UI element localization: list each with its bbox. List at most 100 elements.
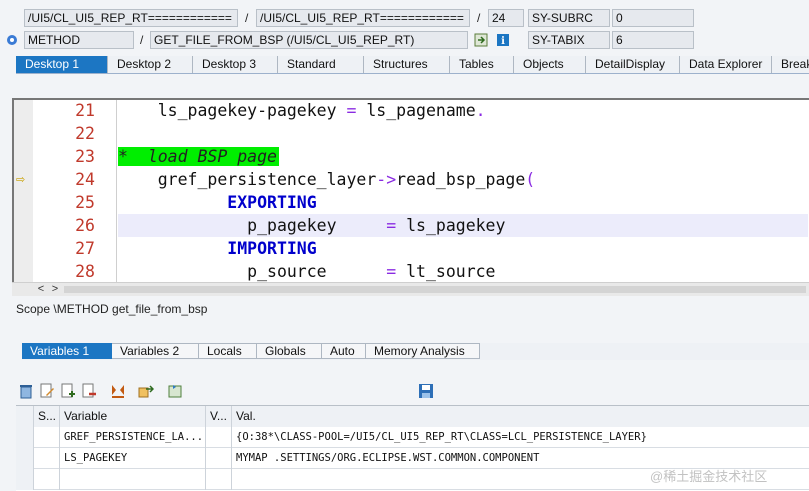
save-icon[interactable]	[418, 383, 434, 399]
svg-text:i: i	[501, 36, 505, 47]
scope-label: Scope \METHOD get_file_from_bsp	[16, 302, 208, 316]
code-text[interactable]: EXPORTING	[118, 191, 317, 214]
line-number: 28	[75, 262, 95, 281]
tab-break[interactable]: Break	[772, 56, 809, 73]
line-number: 21	[75, 101, 95, 120]
info-row-event: METHOD / GET_FILE_FROM_BSP (/UI5/CL_UI5_…	[0, 29, 809, 51]
program-field[interactable]: /UI5/CL_UI5_REP_RT============	[24, 9, 238, 27]
tab-locals[interactable]: Locals	[199, 343, 257, 359]
code-text[interactable]: ls_pagekey-pagekey = ls_pagename.	[118, 100, 486, 122]
operator-token: =	[386, 216, 397, 235]
code-line[interactable]: 26 p_pagekey = ls_pagekey	[14, 214, 809, 237]
code-line[interactable]: 27 IMPORTING	[14, 237, 809, 260]
row-selector[interactable]	[16, 427, 34, 448]
row-selector[interactable]	[16, 448, 34, 469]
tab-desktop-2[interactable]: Desktop 2	[108, 56, 193, 73]
tab-detaildisplay[interactable]: DetailDisplay	[586, 56, 680, 73]
line-number: 23	[75, 147, 95, 166]
code-token: ls_pagekey	[396, 216, 506, 235]
separator: /	[245, 11, 249, 25]
status-cell	[34, 427, 60, 448]
keyword-token: EXPORTING	[118, 193, 317, 212]
column-header-rowselector	[16, 406, 34, 427]
export-icon[interactable]	[138, 383, 154, 399]
breakpoint-icon[interactable]	[110, 383, 126, 399]
code-text[interactable]: gref_persistence_layer->read_bsp_page(	[118, 168, 536, 191]
tab-desktop-1[interactable]: Desktop 1	[16, 56, 108, 73]
operator-token: ->	[376, 170, 397, 189]
column-header-v[interactable]: V...	[206, 406, 232, 427]
tab-globals[interactable]: Globals	[257, 343, 322, 359]
scroll-right-icon[interactable]: >	[48, 283, 62, 296]
row-selector[interactable]	[16, 469, 34, 490]
v-cell	[206, 427, 232, 448]
tab-auto[interactable]: Auto	[322, 343, 366, 359]
code-token: p_source	[118, 262, 387, 281]
tab-tables[interactable]: Tables	[450, 56, 514, 73]
code-line[interactable]: 25 EXPORTING	[14, 191, 809, 214]
status-cell	[34, 448, 60, 469]
scroll-left-icon[interactable]: <	[34, 283, 48, 296]
tab-variables-2[interactable]: Variables 2	[112, 343, 199, 359]
refresh-icon[interactable]	[168, 383, 184, 399]
code-editor[interactable]: ⇨ 21 ls_pagekey-pagekey = ls_pagename. 22…	[12, 98, 809, 284]
info-icon[interactable]: i	[496, 33, 510, 47]
code-line[interactable]: 21 ls_pagekey-pagekey = ls_pagename.	[14, 100, 809, 122]
column-header-s[interactable]: S...	[34, 406, 60, 427]
sysfield-name-1[interactable]: SY-SUBRC	[528, 9, 610, 27]
tab-memory-analysis[interactable]: Memory Analysis	[366, 343, 480, 359]
code-token: lt_source	[396, 262, 496, 281]
line-field[interactable]: 24	[488, 9, 524, 27]
tab-desktop-3[interactable]: Desktop 3	[193, 56, 278, 73]
desktop-tabbar: Desktop 1 Desktop 2 Desktop 3 Standard Struc…	[16, 56, 809, 74]
tab-objects[interactable]: Objects	[514, 56, 586, 73]
sysfield-value-2[interactable]: 6	[612, 31, 694, 49]
value-cell[interactable]: {O:38*\CLASS-POOL=/UI5/CL_UI5_REP_RT\CLA…	[232, 427, 809, 448]
insert-icon[interactable]	[60, 383, 76, 399]
edit-icon[interactable]	[39, 383, 55, 399]
delete-row-icon[interactable]	[81, 383, 97, 399]
variable-name-cell[interactable]	[60, 469, 206, 490]
include-field[interactable]: /UI5/CL_UI5_REP_RT============	[256, 9, 470, 27]
status-cell	[34, 469, 60, 490]
separator: /	[477, 11, 481, 25]
event-field[interactable]: GET_FILE_FROM_BSP (/UI5/CL_UI5_REP_RT)	[150, 31, 468, 49]
variable-name-cell[interactable]: GREF_PERSISTENCE_LA...	[60, 427, 206, 448]
operator-token: =	[386, 262, 397, 281]
code-line[interactable]: 24 gref_persistence_layer->read_bsp_page…	[14, 168, 809, 191]
editor-horizontal-scrollbar[interactable]: < >	[12, 282, 809, 296]
sysfield-value-1[interactable]: 0	[612, 9, 694, 27]
line-number: 25	[75, 193, 95, 212]
operator-token: .	[475, 101, 486, 120]
table-row[interactable]: GREF_PERSISTENCE_LA... {O:38*\CLASS-POOL…	[16, 427, 809, 448]
variables-tabbar: Variables 1 Variables 2 Locals Globals Auto M…	[22, 343, 809, 360]
code-token: p_pagekey	[118, 216, 387, 235]
code-token: read_bsp_page	[396, 170, 526, 189]
code-token: ls_pagename	[356, 101, 476, 120]
separator: /	[140, 33, 144, 47]
code-line[interactable]: 22	[14, 122, 809, 145]
tab-variables-1[interactable]: Variables 1	[22, 343, 112, 359]
code-line[interactable]: 23 * load BSP page	[14, 145, 809, 168]
code-line[interactable]: 28 p_source = lt_source	[14, 260, 809, 283]
event-icon	[7, 35, 17, 45]
code-text[interactable]: p_pagekey = ls_pagekey	[118, 214, 505, 237]
sysfield-name-2[interactable]: SY-TABIX	[528, 31, 610, 49]
tab-structures[interactable]: Structures	[364, 56, 450, 73]
code-text[interactable]: IMPORTING	[118, 237, 316, 260]
tab-standard[interactable]: Standard	[278, 56, 364, 73]
variable-name-cell[interactable]: LS_PAGEKEY	[60, 448, 206, 469]
v-cell	[206, 469, 232, 490]
scroll-thumb[interactable]	[64, 286, 806, 293]
enter-icon[interactable]	[474, 33, 488, 47]
code-text[interactable]: p_source = lt_source	[118, 260, 496, 283]
tab-data-explorer[interactable]: Data Explorer	[680, 56, 772, 73]
column-header-val[interactable]: Val.	[232, 406, 809, 427]
code-text[interactable]: * load BSP page	[118, 145, 279, 168]
code-token: gref_persistence_layer	[118, 170, 377, 189]
v-cell	[206, 448, 232, 469]
comment-token: * load BSP page	[118, 147, 279, 166]
event-type-field[interactable]: METHOD	[24, 31, 134, 49]
column-header-variable[interactable]: Variable	[60, 406, 206, 427]
delete-icon[interactable]	[18, 383, 34, 399]
